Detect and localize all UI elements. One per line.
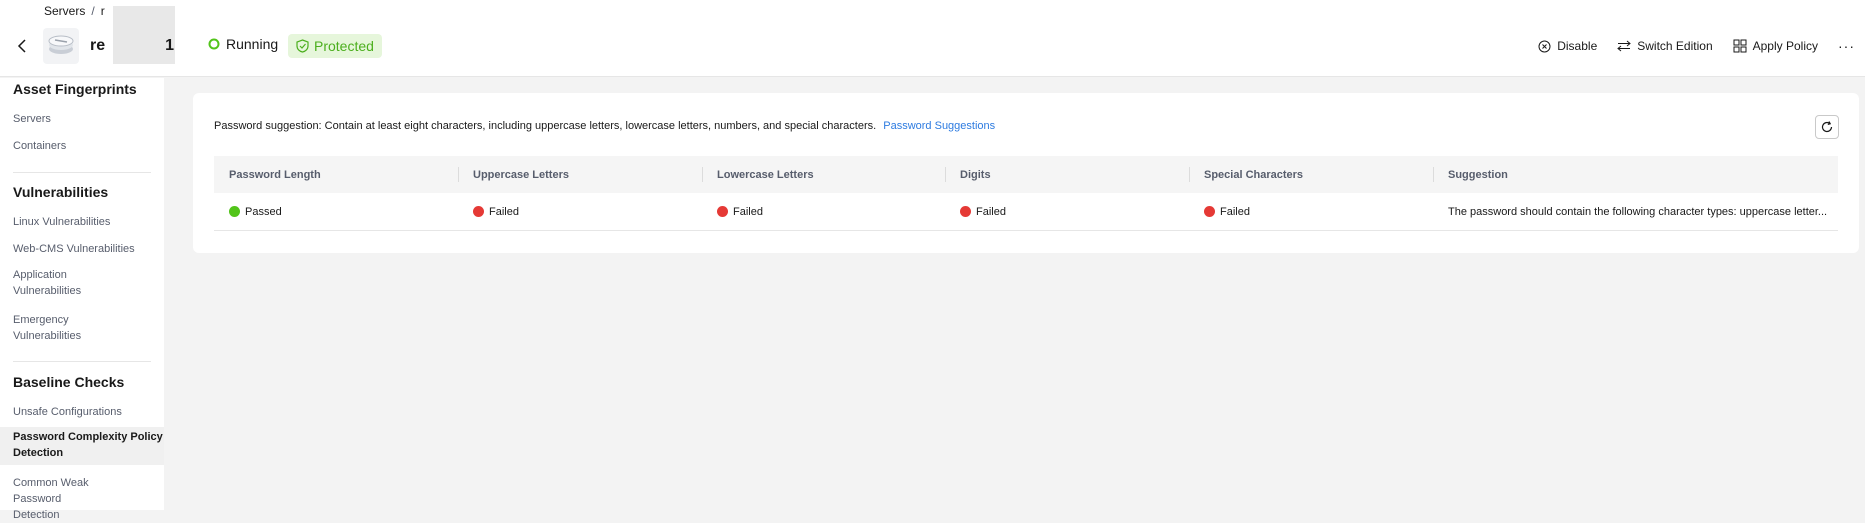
disable-button-label: Disable	[1557, 39, 1598, 53]
group-title-vulnerabilities: Vulnerabilities	[13, 184, 109, 200]
refresh-icon	[1821, 121, 1833, 133]
cell-suggestion-value: The password should contain the followin…	[1448, 205, 1828, 218]
group-title-asset-fingerprints: Asset Fingerprints	[13, 81, 137, 97]
sidebar-item-emergency-vulnerabilities[interactable]: Emergency Vulnerabilities	[0, 312, 100, 344]
breadcrumb-current: r	[100, 4, 105, 18]
password-policy-card: Password suggestion: Contain at least ei…	[193, 93, 1859, 253]
server-name: re 1	[90, 37, 174, 55]
header-actions: Disable Switch Edition Apply Policy ···	[1538, 38, 1855, 54]
sidebar-divider	[13, 172, 151, 173]
column-header-suggestion: Suggestion	[1433, 156, 1838, 193]
password-suggestions-link[interactable]: Password Suggestions	[883, 120, 995, 132]
page-header: Servers / r re 1 Running Protected Disabl…	[0, 0, 1865, 77]
policy-grid-icon	[1733, 39, 1747, 53]
failed-status-icon	[473, 206, 484, 217]
sidebar-item-containers[interactable]: Containers	[0, 138, 164, 154]
running-status-label: Running	[226, 36, 279, 52]
cell-lowercase-value: Failed	[733, 205, 763, 218]
running-status-icon	[208, 38, 220, 50]
table-header: Password Length Uppercase Letters Lowerc…	[214, 156, 1838, 193]
breadcrumb-separator: /	[91, 4, 95, 18]
cell-suggestion: The password should contain the followin…	[1433, 206, 1838, 218]
sidebar-item-common-weak-password-detection[interactable]: Common Weak Password Detection	[0, 475, 110, 523]
switch-edition-button[interactable]: Switch Edition	[1617, 39, 1713, 53]
password-suggestion-notice: Password suggestion: Contain at least ei…	[214, 120, 995, 132]
sidebar-divider	[13, 361, 151, 362]
sidebar-item-web-cms-vulnerabilities[interactable]: Web-CMS Vulnerabilities	[0, 241, 164, 257]
breadcrumb-servers-link[interactable]: Servers	[44, 4, 85, 18]
column-header-password-length: Password Length	[229, 168, 321, 181]
sidebar-item-unsafe-configurations[interactable]: Unsafe Configurations	[0, 404, 164, 420]
apply-policy-label: Apply Policy	[1752, 39, 1818, 53]
shield-check-icon	[296, 39, 309, 53]
back-button[interactable]	[12, 36, 32, 56]
cell-digits: Failed	[945, 206, 1189, 218]
column-header-digits: Digits	[945, 156, 1189, 193]
switch-arrows-icon	[1617, 40, 1632, 52]
breadcrumb: Servers / r	[44, 4, 105, 18]
server-name-suffix: 1	[165, 37, 175, 54]
column-header-special-characters: Special Characters	[1189, 156, 1433, 193]
column-header-lowercase-letters: Lowercase Letters	[702, 156, 945, 193]
sidebar: Asset Fingerprints Servers Containers Vu…	[0, 78, 164, 521]
failed-status-icon	[717, 206, 728, 217]
table-row: Passed Failed Failed Failed Failed The p…	[214, 193, 1838, 231]
failed-status-icon	[1204, 206, 1215, 217]
cell-password-length: Passed	[214, 206, 458, 218]
apply-policy-button[interactable]: Apply Policy	[1733, 39, 1818, 53]
cell-special: Failed	[1189, 206, 1433, 218]
cell-uppercase-value: Failed	[489, 205, 519, 218]
passed-status-icon	[229, 206, 240, 217]
cell-lowercase: Failed	[702, 206, 945, 218]
password-suggestion-text: Password suggestion: Contain at least ei…	[214, 120, 877, 132]
refresh-button[interactable]	[1815, 115, 1839, 139]
switch-edition-label: Switch Edition	[1637, 39, 1713, 53]
cell-uppercase: Failed	[458, 206, 702, 218]
protected-badge: Protected	[288, 34, 382, 58]
server-icon	[43, 28, 79, 64]
sidebar-item-password-complexity-policy-detection[interactable]: Password Complexity Policy Detection	[0, 427, 164, 465]
server-name-prefix: re	[90, 37, 106, 54]
close-circle-icon	[1538, 40, 1551, 52]
cell-digits-value: Failed	[976, 205, 1006, 218]
disable-button[interactable]: Disable	[1538, 39, 1597, 53]
more-actions-button[interactable]: ···	[1838, 38, 1855, 54]
sidebar-item-servers[interactable]: Servers	[0, 111, 164, 127]
chevron-left-icon	[17, 39, 26, 53]
cell-special-value: Failed	[1220, 205, 1250, 218]
running-status: Running	[208, 36, 278, 52]
column-header-uppercase-letters: Uppercase Letters	[458, 156, 702, 193]
redacted-block	[113, 6, 175, 64]
group-title-baseline-checks: Baseline Checks	[13, 374, 125, 390]
password-check-table: Password Length Uppercase Letters Lowerc…	[214, 156, 1838, 231]
protected-badge-label: Protected	[314, 38, 374, 54]
cell-password-length-value: Passed	[245, 205, 282, 218]
sidebar-item-application-vulnerabilities[interactable]: Application Vulnerabilities	[0, 267, 100, 299]
failed-status-icon	[960, 206, 971, 217]
sidebar-item-linux-vulnerabilities[interactable]: Linux Vulnerabilities	[0, 214, 164, 230]
